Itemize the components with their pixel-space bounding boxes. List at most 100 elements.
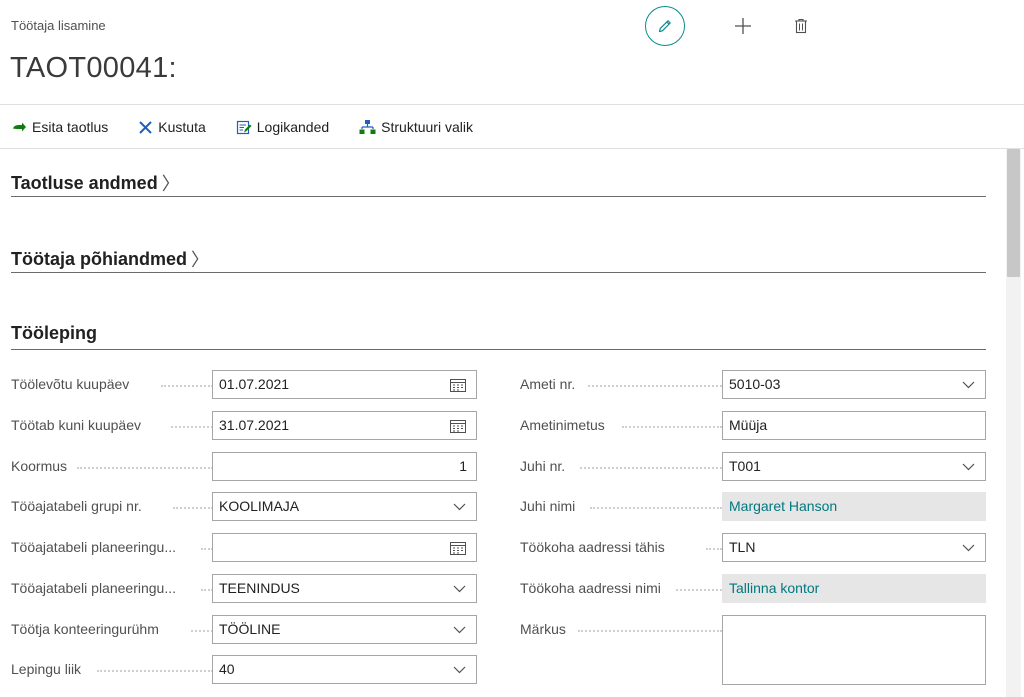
delete-action-label: Kustuta [158, 119, 206, 135]
field-timesheet-planning-group: Tööajatabeli planeeringu... TEENINDUS [11, 574, 477, 603]
field-value: TEENINDUS [219, 580, 300, 596]
field-manager-no: Juhi nr. T001 [520, 452, 986, 481]
submit-request-label: Esita taotlus [32, 119, 109, 135]
remarks-textarea[interactable] [722, 615, 986, 685]
hierarchy-icon [359, 120, 376, 134]
delete-button[interactable] [785, 10, 817, 42]
timesheet-planning-group-select[interactable]: TEENINDUS [212, 574, 477, 603]
manager-no-select[interactable]: T001 [722, 452, 986, 481]
leader-dots [706, 546, 722, 550]
field-timesheet-planning-date: Tööajatabeli planeeringu... [11, 533, 477, 562]
log-edit-icon [236, 120, 252, 135]
field-work-address-code: Töökoha aadressi tähis TLN [520, 533, 986, 562]
leader-dots [588, 383, 722, 387]
field-contract-type: Lepingu liik 40 [11, 655, 477, 684]
field-label: Tööajatabeli planeeringu... [11, 580, 177, 596]
field-value: T001 [729, 458, 761, 474]
leader-dots [590, 505, 722, 509]
field-value: Müüja [729, 417, 768, 433]
leader-dots [161, 383, 213, 387]
section-divider [11, 272, 986, 273]
leader-dots [622, 424, 722, 428]
chevron-right-icon: 〉 [191, 250, 210, 270]
leader-dots [173, 505, 213, 509]
log-entries-action[interactable]: Logikanded [236, 119, 329, 135]
posting-group-select[interactable]: TÖÖLINE [212, 615, 477, 644]
field-position-no: Ameti nr. 5010-03 [520, 370, 986, 399]
leader-dots [578, 628, 722, 632]
pencil-icon [658, 20, 671, 33]
workload-input[interactable]: 1 [212, 452, 477, 481]
field-value: 5010-03 [729, 376, 781, 392]
action-bar-divider [0, 148, 1024, 149]
chevron-down-icon[interactable] [962, 544, 975, 552]
section-divider [11, 196, 986, 197]
action-bar: Esita taotlus Kustuta Logikanded Struktu… [12, 113, 503, 141]
field-timesheet-group: Tööajatabeli grupi nr. KOOLIMAJA [11, 492, 477, 521]
header-divider [0, 104, 1024, 105]
timesheet-group-select[interactable]: KOOLIMAJA [212, 492, 477, 521]
page-top-actions [645, 4, 817, 48]
work-address-name-value: Tallinna kontor [722, 574, 986, 603]
end-date-input[interactable]: 31.07.2021 [212, 411, 477, 440]
field-remarks: Märkus [520, 615, 986, 685]
field-work-address-name: Töökoha aadressi nimi Tallinna kontor [520, 574, 986, 603]
section-employee-basic[interactable]: Töötaja põhiandmed 〉 [11, 246, 209, 272]
field-label: Töökoha aadressi tähis [520, 539, 665, 555]
x-icon [139, 120, 152, 134]
leader-dots [97, 668, 213, 672]
section-divider [11, 349, 986, 350]
field-label: Töötab kuni kuupäev [11, 417, 141, 433]
page-caption: Töötaja lisamine [11, 18, 106, 33]
chevron-down-icon[interactable] [453, 626, 466, 634]
field-end-date: Töötab kuni kuupäev 31.07.2021 [11, 411, 477, 440]
calendar-icon[interactable] [450, 378, 466, 392]
chevron-down-icon[interactable] [962, 381, 975, 389]
field-value: 01.07.2021 [219, 376, 290, 392]
chevron-down-icon[interactable] [453, 503, 466, 511]
section-employee-basic-label: Töötaja põhiandmed [11, 248, 188, 269]
edit-button[interactable] [645, 6, 685, 46]
chevron-right-icon: 〉 [161, 174, 180, 194]
calendar-icon[interactable] [450, 419, 466, 433]
hire-date-input[interactable]: 01.07.2021 [212, 370, 477, 399]
field-value: Tallinna kontor [729, 580, 820, 596]
chevron-down-icon[interactable] [962, 463, 975, 471]
trash-icon [795, 18, 807, 34]
leader-dots [580, 465, 722, 469]
chevron-down-icon[interactable] [453, 585, 466, 593]
chevron-down-icon[interactable] [453, 666, 466, 674]
structure-select-action[interactable]: Struktuuri valik [359, 119, 473, 135]
work-address-code-select[interactable]: TLN [722, 533, 986, 562]
page-title: TAOT00041: [10, 52, 177, 84]
new-button[interactable] [727, 10, 759, 42]
leader-dots [171, 424, 213, 428]
leader-dots [191, 628, 213, 632]
field-value: 40 [219, 661, 235, 677]
scrollbar-thumb[interactable] [1007, 149, 1020, 277]
position-name-input[interactable]: Müüja [722, 411, 986, 440]
submit-request-action[interactable]: Esita taotlus [12, 119, 108, 135]
delete-action[interactable]: Kustuta [138, 119, 206, 135]
arrow-right-icon [13, 122, 26, 132]
section-employment-contract-label: Tööleping [11, 323, 97, 343]
field-position-name: Ametinimetus Müüja [520, 411, 986, 440]
plus-icon [735, 18, 751, 34]
field-manager-name: Juhi nimi Margaret Hanson [520, 492, 986, 521]
position-no-select[interactable]: 5010-03 [722, 370, 986, 399]
field-value: KOOLIMAJA [219, 498, 300, 514]
field-posting-group: Töötja konteeringurühm TÖÖLINE [11, 615, 477, 644]
leader-dots [77, 465, 213, 469]
field-label: Tööajatabeli grupi nr. [11, 498, 142, 514]
field-label: Tööajatabeli planeeringu... [11, 539, 177, 555]
contract-type-select[interactable]: 40 [212, 655, 477, 684]
field-hire-date: Töölevõtu kuupäev 01.07.2021 [11, 370, 477, 399]
field-value: 31.07.2021 [219, 417, 290, 433]
field-label: Töötja konteeringurühm [11, 621, 159, 637]
calendar-icon[interactable] [450, 541, 466, 555]
timesheet-planning-date-input[interactable] [212, 533, 477, 562]
section-request-data-label: Taotluse andmed [11, 172, 158, 193]
section-request-data[interactable]: Taotluse andmed 〉 [11, 170, 180, 196]
field-value: 1 [459, 458, 467, 474]
log-entries-label: Logikanded [256, 119, 330, 135]
